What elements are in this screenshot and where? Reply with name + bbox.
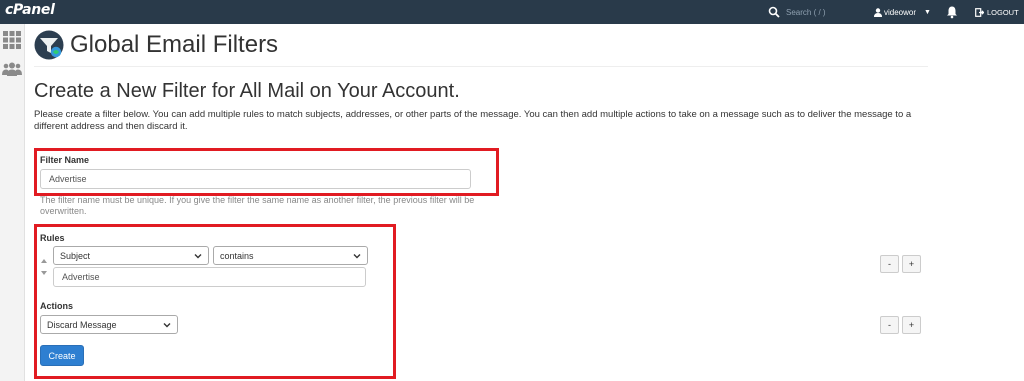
bell-icon[interactable]	[945, 5, 959, 19]
search-input[interactable]	[786, 7, 866, 17]
highlight-filter-name	[34, 148, 499, 196]
intro-text: Please create a filter below. You can ad…	[34, 109, 912, 132]
search-box[interactable]	[758, 0, 866, 24]
section-title: Create a New Filter for All Mail on Your…	[34, 80, 460, 102]
search-icon	[768, 6, 780, 18]
header-divider	[34, 66, 928, 67]
left-sidebar	[0, 24, 25, 381]
email-filter-icon	[34, 30, 64, 60]
highlight-rules-actions	[34, 224, 396, 379]
add-action-button[interactable]: +	[902, 316, 921, 334]
user-icon	[874, 7, 882, 17]
apps-grid-icon[interactable]	[3, 31, 21, 49]
remove-rule-button[interactable]: -	[880, 255, 899, 273]
username: videowor	[884, 7, 917, 17]
page-title: Global Email Filters	[70, 31, 279, 58]
cpanel-logo[interactable]: cPanel	[5, 2, 55, 18]
remove-action-button[interactable]: -	[880, 316, 899, 334]
logout-label: LOGOUT	[987, 7, 1019, 17]
add-rule-button[interactable]: +	[902, 255, 921, 273]
user-menu[interactable]: videowor ▼	[868, 0, 937, 24]
caret-down-icon: ▼	[924, 8, 931, 16]
filter-name-help: The filter name must be unique. If you g…	[40, 195, 475, 216]
logout-link[interactable]: LOGOUT	[975, 0, 1019, 24]
logout-icon	[975, 7, 984, 17]
page-header: Global Email Filters	[34, 30, 278, 60]
top-navigation-bar: cPanel videowor ▼ LOGOUT	[0, 0, 1024, 24]
users-icon[interactable]	[2, 62, 22, 76]
